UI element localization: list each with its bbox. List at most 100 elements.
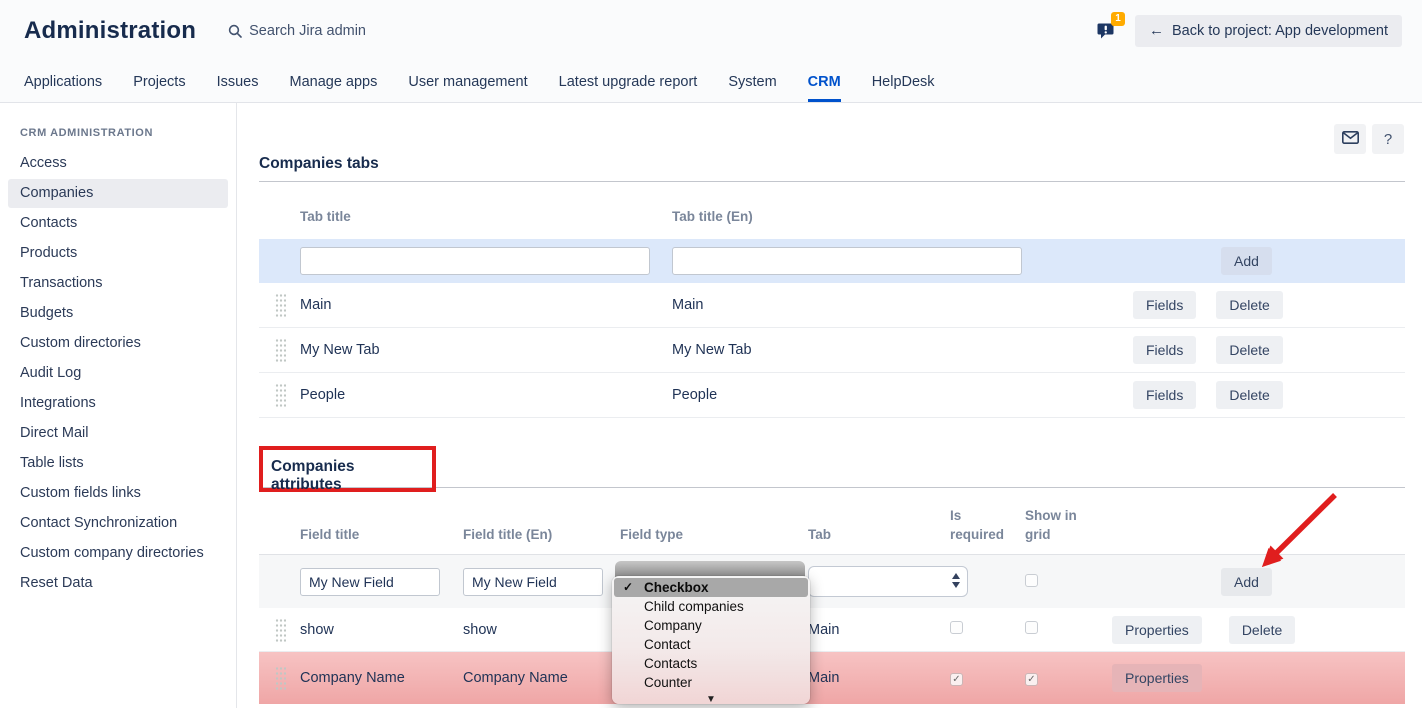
tab-latest-upgrade-report[interactable]: Latest upgrade report bbox=[559, 61, 698, 102]
notifications-icon[interactable]: 1 bbox=[1095, 18, 1121, 44]
drag-handle-icon[interactable] bbox=[274, 292, 286, 318]
fields-button[interactable]: Fields bbox=[1133, 336, 1196, 364]
admin-search[interactable] bbox=[228, 23, 469, 39]
new-field-title-input[interactable] bbox=[300, 568, 440, 596]
is-required-checkbox[interactable] bbox=[950, 621, 963, 634]
tab-helpdesk[interactable]: HelpDesk bbox=[872, 61, 935, 102]
tab-crm[interactable]: CRM bbox=[808, 61, 841, 102]
tab-projects[interactable]: Projects bbox=[133, 61, 185, 102]
back-to-project-label: Back to project: App development bbox=[1172, 23, 1388, 39]
sidebar-item-audit-log[interactable]: Audit Log bbox=[8, 359, 228, 388]
field-type-dropdown-menu: ✓ Checkbox Child companies Company Conta… bbox=[612, 576, 810, 704]
tab-select[interactable] bbox=[808, 566, 968, 597]
dropdown-option-checkbox[interactable]: ✓ Checkbox bbox=[614, 578, 808, 597]
show-in-grid-checkbox[interactable] bbox=[1025, 574, 1038, 587]
new-field-title-en-input[interactable] bbox=[463, 568, 603, 596]
add-attribute-button[interactable]: Add bbox=[1221, 568, 1272, 596]
new-tab-title-input[interactable] bbox=[300, 247, 650, 275]
tab-cell: Main bbox=[808, 670, 950, 686]
fields-button[interactable]: Fields bbox=[1133, 381, 1196, 409]
admin-nav-tabs: Applications Projects Issues Manage apps… bbox=[0, 61, 1422, 103]
tab-row-my-new-tab: My New Tab My New Tab Fields Delete bbox=[259, 328, 1405, 373]
sidebar-item-reset-data[interactable]: Reset Data bbox=[8, 569, 228, 598]
select-spinner-icon bbox=[952, 573, 960, 588]
sidebar-item-companies[interactable]: Companies bbox=[8, 179, 228, 208]
properties-button[interactable]: Properties bbox=[1112, 616, 1202, 644]
dropdown-scroll-more-icon[interactable]: ▼ bbox=[612, 693, 810, 707]
tab-row-main: Main Main Fields Delete bbox=[259, 283, 1405, 328]
sidebar-item-contacts[interactable]: Contacts bbox=[8, 209, 228, 238]
dropdown-option-company[interactable]: Company bbox=[612, 616, 810, 635]
tab-user-management[interactable]: User management bbox=[408, 61, 527, 102]
mail-button[interactable] bbox=[1334, 124, 1366, 154]
companies-attributes-header-row: Field title Field title (En) Field type … bbox=[259, 488, 1405, 554]
companies-tabs-header-row: Tab title Tab title (En) bbox=[259, 182, 1405, 239]
field-title-en-cell: Company Name bbox=[463, 670, 620, 686]
annotation-red-box: Companies attributes bbox=[259, 446, 436, 492]
top-header: Administration 1 ← Back to project: App … bbox=[0, 0, 1422, 61]
sidebar-item-custom-company-directories[interactable]: Custom company directories bbox=[8, 539, 228, 568]
companies-tabs-heading: Companies tabs bbox=[259, 155, 1405, 177]
page-title: Administration bbox=[24, 17, 196, 45]
sidebar-item-table-lists[interactable]: Table lists bbox=[8, 449, 228, 478]
sidebar-item-budgets[interactable]: Budgets bbox=[8, 299, 228, 328]
col-tab-title-en: Tab title (En) bbox=[672, 207, 1133, 226]
attribute-row-show: show show Main Properties Delete bbox=[259, 608, 1405, 652]
properties-button[interactable]: Properties bbox=[1112, 664, 1202, 692]
new-tab-title-en-input[interactable] bbox=[672, 247, 1022, 275]
search-input[interactable] bbox=[249, 23, 469, 39]
tab-cell: Main bbox=[808, 622, 950, 638]
col-show-in-grid: Show in grid bbox=[1025, 506, 1112, 544]
show-in-grid-checkbox[interactable]: ✓ bbox=[1025, 673, 1038, 686]
checkmark-icon: ✓ bbox=[623, 578, 633, 597]
sidebar-item-custom-fields-links[interactable]: Custom fields links bbox=[8, 479, 228, 508]
is-required-checkbox[interactable]: ✓ bbox=[950, 673, 963, 686]
sidebar-item-products[interactable]: Products bbox=[8, 239, 228, 268]
col-tab-title: Tab title bbox=[300, 207, 672, 226]
field-title-cell: Company Name bbox=[300, 670, 463, 686]
back-to-project-button[interactable]: ← Back to project: App development bbox=[1135, 15, 1402, 47]
drag-handle-icon[interactable] bbox=[274, 617, 286, 643]
tab-issues[interactable]: Issues bbox=[217, 61, 259, 102]
new-attribute-row: Add bbox=[259, 554, 1405, 608]
help-button[interactable]: ? bbox=[1372, 124, 1404, 154]
delete-attribute-button[interactable]: Delete bbox=[1229, 616, 1295, 644]
sidebar-section-title: CRM ADMINISTRATION bbox=[0, 127, 236, 139]
tab-applications[interactable]: Applications bbox=[24, 61, 102, 102]
delete-tab-button[interactable]: Delete bbox=[1216, 381, 1282, 409]
drag-handle-icon[interactable] bbox=[274, 665, 286, 691]
tab-manage-apps[interactable]: Manage apps bbox=[290, 61, 378, 102]
sidebar-item-access[interactable]: Access bbox=[8, 149, 228, 178]
tab-title-en-cell: Main bbox=[672, 297, 1133, 313]
dropdown-option-child-companies[interactable]: Child companies bbox=[612, 597, 810, 616]
add-tab-button[interactable]: Add bbox=[1221, 247, 1272, 275]
search-icon bbox=[228, 24, 242, 38]
dropdown-option-counter[interactable]: Counter bbox=[612, 673, 810, 692]
sidebar-item-custom-directories[interactable]: Custom directories bbox=[8, 329, 228, 358]
main-content: ? Companies tabs Tab title Tab title (En… bbox=[237, 103, 1422, 708]
field-title-cell: show bbox=[300, 622, 463, 638]
sidebar-item-direct-mail[interactable]: Direct Mail bbox=[8, 419, 228, 448]
delete-tab-button[interactable]: Delete bbox=[1216, 291, 1282, 319]
dropdown-option-contacts[interactable]: Contacts bbox=[612, 654, 810, 673]
show-in-grid-checkbox[interactable] bbox=[1025, 621, 1038, 634]
notification-badge: 1 bbox=[1111, 12, 1125, 26]
delete-tab-button[interactable]: Delete bbox=[1216, 336, 1282, 364]
back-arrow-icon: ← bbox=[1149, 23, 1164, 38]
companies-attributes-heading: Companies attributes bbox=[271, 458, 418, 480]
col-field-type: Field type bbox=[620, 525, 808, 544]
crm-sidebar: CRM ADMINISTRATION Access Companies Cont… bbox=[0, 103, 237, 708]
dropdown-option-contact[interactable]: Contact bbox=[612, 635, 810, 654]
drag-handle-icon[interactable] bbox=[274, 382, 286, 408]
fields-button[interactable]: Fields bbox=[1133, 291, 1196, 319]
tab-title-cell: My New Tab bbox=[300, 342, 672, 358]
sidebar-item-transactions[interactable]: Transactions bbox=[8, 269, 228, 298]
col-is-required: Is required bbox=[950, 506, 1025, 544]
tab-system[interactable]: System bbox=[728, 61, 776, 102]
sidebar-item-integrations[interactable]: Integrations bbox=[8, 389, 228, 418]
tab-title-en-cell: My New Tab bbox=[672, 342, 1133, 358]
drag-handle-icon[interactable] bbox=[274, 337, 286, 363]
tab-row-people: People People Fields Delete bbox=[259, 373, 1405, 418]
new-tab-row: Add bbox=[259, 239, 1405, 283]
sidebar-item-contact-synchronization[interactable]: Contact Synchronization bbox=[8, 509, 228, 538]
